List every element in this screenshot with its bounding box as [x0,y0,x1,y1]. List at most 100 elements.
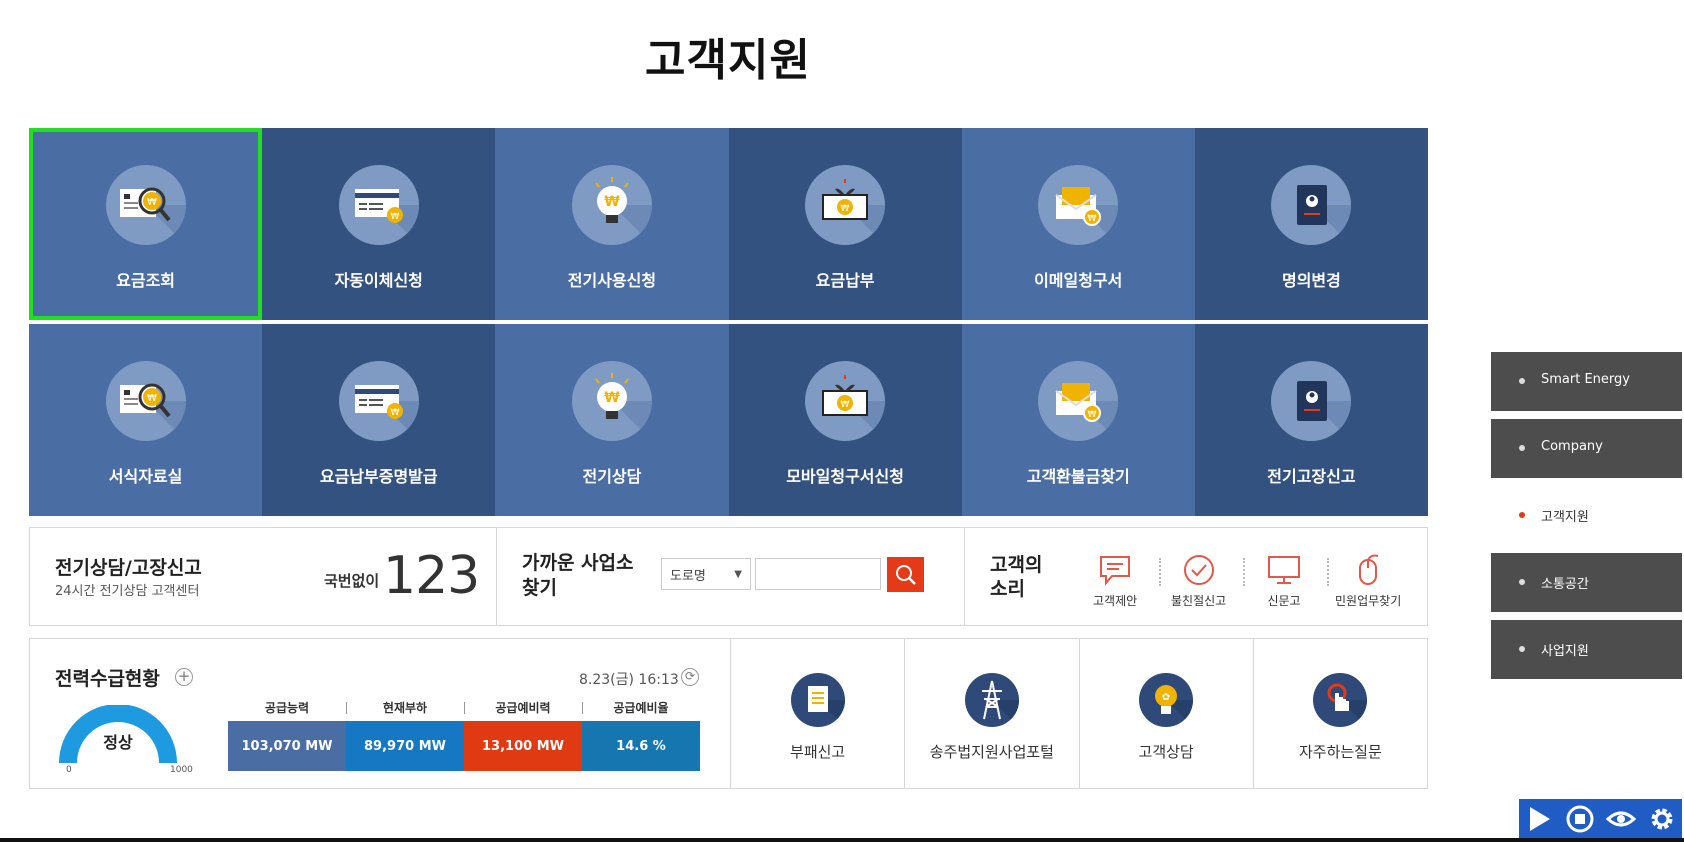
quick-links: 부패신고 송주법지원사업포털 ✿ 고객상담 자주하는질문 [731,639,1427,788]
divider [1159,558,1161,586]
mouse-icon [1359,554,1379,585]
voice-unkind-report[interactable]: 불친절신고 [1171,554,1226,609]
stats-value-reserve-rate: 14.6 % [582,721,700,771]
quick-link-label: 자주하는질문 [1298,743,1382,761]
quick-link-label: 고객상담 [1138,743,1194,761]
stats-header-cell: 공급예비율 [582,699,700,719]
bill-search-icon: ₩ [105,165,186,245]
transmission-tower-icon [964,673,1019,727]
money-plant-icon: ₩ [805,361,886,441]
tile-label: 요금납부 [815,271,875,290]
svg-text:✿: ✿ [1162,692,1170,703]
tile-name-change[interactable]: 명의변경 [1194,128,1428,320]
power-status-timestamp: 8.23(금) 16:13 [579,672,679,688]
play-icon [1530,807,1551,831]
address-type-value: 도로명 [670,569,706,584]
lightbulb-won-icon: ₩ [571,361,652,441]
lightbulb-icon: ✿ [1139,673,1194,727]
customer-voice-title: 고객의 소리 [990,554,1043,600]
svg-text:₩: ₩ [147,393,157,404]
bottom-strip [0,838,1684,842]
tile-label: 전기고장신고 [1267,467,1356,486]
tile-refund-search[interactable]: ₩ 고객환불금찾기 [961,324,1195,516]
card-won-icon: ₩ [338,361,419,441]
svg-text:₩: ₩ [841,204,850,214]
gauge-min: 0 [66,765,72,775]
svg-text:₩: ₩ [604,194,620,210]
quick-link-transmission-portal[interactable]: 송주법지원사업포털 [904,639,1078,788]
office-search-button[interactable] [887,557,924,592]
side-menu: Smart Energy Company 고객지원 소통공간 사업지원 [1491,352,1682,687]
check-circle-icon [1183,555,1214,585]
side-menu-company[interactable]: Company [1491,419,1682,478]
svg-text:₩: ₩ [390,408,399,418]
stats-header-cell: 현재부하 [346,699,464,719]
service-tile-grid: ₩ 요금조회 ₩ 자동이체신청 ₩ 전기사용신청 ₩ 요금납부 ₩ 이메일청구서… [29,128,1428,516]
tile-label: 전기상담 [582,467,642,486]
tile-outage-report[interactable]: 전기고장신고 [1194,324,1428,516]
stats-value-supply: 103,070 MW [228,721,346,771]
side-menu-communication[interactable]: 소통공간 [1491,553,1682,612]
settings-button[interactable] [1646,803,1678,835]
stats-header-cell: 공급예비력 [464,699,582,719]
bill-search-icon: ₩ [105,361,186,441]
email-won-icon: ₩ [1038,361,1119,441]
stats-values: 103,070 MW 89,970 MW 13,100 MW 14.6 % [228,721,700,771]
call-center-prefix: 국번없이 [324,572,380,590]
tile-payment-certificate[interactable]: ₩ 요금납부증명발급 [262,324,496,516]
quick-link-faq[interactable]: 자주하는질문 [1252,639,1427,788]
voice-sinmungo[interactable]: 신문고 [1267,554,1301,609]
call-center-title: 전기상담/고장신고 [55,557,202,579]
side-menu-label: 소통공간 [1541,577,1589,592]
stats-value-reserve: 13,100 MW [464,721,582,771]
power-stats-table: 공급능력 현재부하 공급예비력 공급예비율 103,070 MW 89,970 … [228,699,700,771]
side-menu-customer-support[interactable]: 고객지원 [1491,486,1682,545]
side-menu-label: 고객지원 [1541,510,1589,525]
svg-text:₩: ₩ [1088,410,1097,420]
tile-label: 고객환불금찾기 [1026,467,1130,486]
office-search-input[interactable] [755,558,881,590]
voice-suggestion[interactable]: 고객제안 [1093,554,1137,609]
money-plant-icon: ₩ [805,165,886,245]
quick-link-corruption-report[interactable]: 부패신고 [731,639,904,788]
tile-electricity-application[interactable]: ₩ 전기사용신청 [495,128,729,320]
tile-fee-payment[interactable]: ₩ 요금납부 [728,128,962,320]
tile-label: 요금조회 [116,271,176,290]
svg-text:₩: ₩ [390,212,399,222]
player-controls [1519,799,1682,839]
stop-icon [1566,805,1594,833]
svg-text:₩: ₩ [841,400,850,410]
find-office-title: 가까운 사업소 찾기 [522,552,634,599]
tile-label: 명의변경 [1281,271,1341,290]
chevron-down-icon: ▼ [734,569,742,580]
tile-fee-inquiry[interactable]: ₩ 요금조회 [29,128,263,320]
plus-icon[interactable]: + [175,668,193,686]
email-won-icon: ₩ [1038,165,1119,245]
tile-electricity-consultation[interactable]: ₩ 전기상담 [495,324,729,516]
play-button[interactable] [1523,803,1555,835]
customer-voice-panel: 고객의 소리 고객제안 불친절신고 신문고 민원업무찾기 [964,528,1427,625]
tile-label: 모바일청구서신청 [786,467,904,486]
quick-link-customer-counsel[interactable]: ✿ 고객상담 [1078,639,1253,788]
eye-icon [1605,811,1636,827]
divider [1327,558,1329,586]
hand-pointer-icon [1313,673,1368,727]
voice-civil-affairs[interactable]: 민원업무찾기 [1335,554,1401,609]
bottom-row: 전력수급현황 + 8.23(금) 16:13 ⟳ 정상 0 1000 공급능력 … [29,638,1428,789]
refresh-icon[interactable]: ⟳ [681,668,699,686]
side-menu-label: Smart Energy [1541,372,1630,387]
tile-mobile-bill[interactable]: ₩ 모바일청구서신청 [728,324,962,516]
side-menu-business-support[interactable]: 사업지원 [1491,620,1682,679]
call-center-subtitle: 24시간 전기상담 고객센터 [55,584,200,599]
address-type-select[interactable]: 도로명 ▼ [661,558,751,590]
voice-label: 민원업무찾기 [1335,594,1402,608]
view-button[interactable] [1605,803,1637,835]
tile-forms-library[interactable]: ₩ 서식자료실 [29,324,263,516]
stop-button[interactable] [1564,803,1596,835]
tile-email-bill[interactable]: ₩ 이메일청구서 [961,128,1195,320]
tile-auto-transfer[interactable]: ₩ 자동이체신청 [262,128,496,320]
svg-text:₩: ₩ [147,197,157,208]
bullet-icon [1519,445,1525,451]
gauge-max: 1000 [170,765,193,775]
side-menu-smart-energy[interactable]: Smart Energy [1491,352,1682,411]
